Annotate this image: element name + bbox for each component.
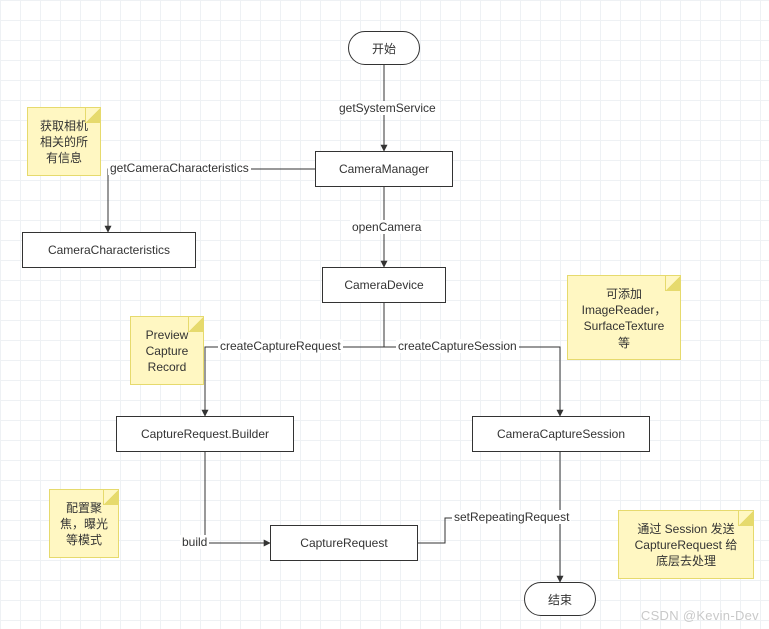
node-end-label: 结束 bbox=[548, 591, 572, 608]
node-capture-request-builder-label: CaptureRequest.Builder bbox=[141, 427, 269, 441]
edge-create-capture-session: createCaptureSession bbox=[396, 339, 519, 353]
node-end: 结束 bbox=[524, 582, 596, 616]
watermark: CSDN @Kevin-Dev bbox=[641, 608, 759, 623]
node-capture-request: CaptureRequest bbox=[270, 525, 418, 561]
node-capture-request-builder: CaptureRequest.Builder bbox=[116, 416, 294, 452]
node-camera-capture-session-label: CameraCaptureSession bbox=[497, 427, 625, 441]
node-start: 开始 bbox=[348, 31, 420, 65]
note-add-surfaces: 可添加 ImageReader， SurfaceTexture 等 bbox=[567, 275, 681, 360]
node-camera-characteristics-label: CameraCharacteristics bbox=[48, 243, 170, 257]
node-camera-capture-session: CameraCaptureSession bbox=[472, 416, 650, 452]
note-focus-exposure: 配置聚 焦，曝光 等模式 bbox=[49, 489, 119, 558]
node-capture-request-label: CaptureRequest bbox=[300, 536, 387, 550]
node-camera-device-label: CameraDevice bbox=[344, 278, 423, 292]
node-camera-manager-label: CameraManager bbox=[339, 162, 429, 176]
edge-get-camera-characteristics: getCameraCharacteristics bbox=[108, 161, 251, 175]
node-camera-device: CameraDevice bbox=[322, 267, 446, 303]
edge-set-repeating-request: setRepeatingRequest bbox=[452, 510, 571, 524]
edge-get-system-service: getSystemService bbox=[337, 101, 438, 115]
node-camera-manager: CameraManager bbox=[315, 151, 453, 187]
edge-create-capture-request: createCaptureRequest bbox=[218, 339, 343, 353]
node-start-label: 开始 bbox=[372, 40, 396, 57]
note-session-send: 通过 Session 发送 CaptureRequest 给 底层去处理 bbox=[618, 510, 754, 579]
edge-open-camera: openCamera bbox=[350, 220, 423, 234]
note-preview-capture-record: Preview Capture Record bbox=[130, 316, 204, 385]
node-camera-characteristics: CameraCharacteristics bbox=[22, 232, 196, 268]
note-camera-info: 获取相机 相关的所 有信息 bbox=[27, 107, 101, 176]
edge-build: build bbox=[180, 535, 209, 549]
